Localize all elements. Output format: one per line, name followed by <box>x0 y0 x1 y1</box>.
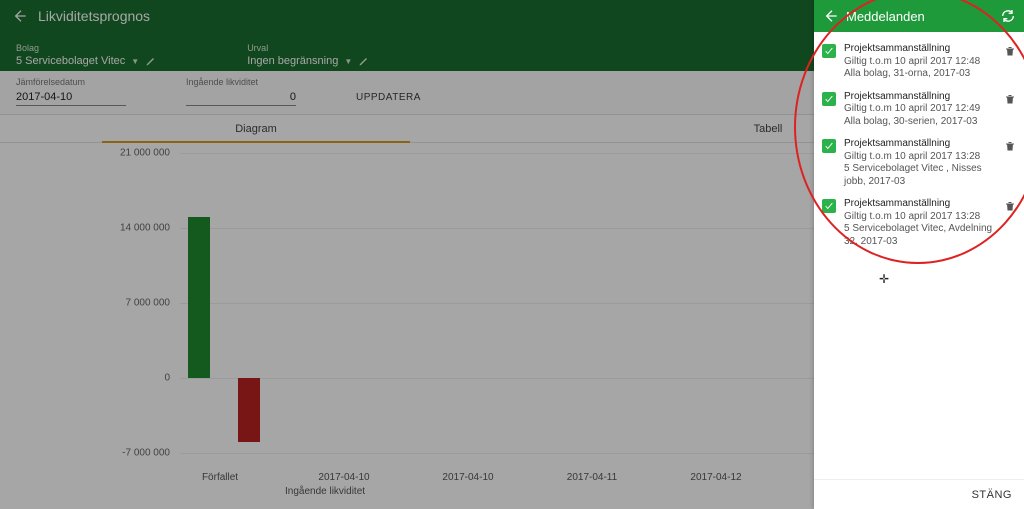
message-text: ProjektsammanställningGiltig t.o.m 10 ap… <box>844 43 1000 81</box>
panel-back-icon[interactable] <box>822 8 838 24</box>
message-text: ProjektsammanställningGiltig t.o.m 10 ap… <box>844 198 1000 248</box>
panel-header: Meddelanden <box>814 0 1024 32</box>
checkbox-icon[interactable] <box>822 199 836 213</box>
message-item[interactable]: ProjektsammanställningGiltig t.o.m 10 ap… <box>818 38 1020 86</box>
panel-title: Meddelanden <box>846 9 925 24</box>
message-item[interactable]: ProjektsammanställningGiltig t.o.m 10 ap… <box>818 86 1020 134</box>
message-item[interactable]: ProjektsammanställningGiltig t.o.m 10 ap… <box>818 133 1020 193</box>
trash-icon[interactable] <box>1004 140 1016 152</box>
trash-icon[interactable] <box>1004 93 1016 105</box>
message-text: ProjektsammanställningGiltig t.o.m 10 ap… <box>844 138 1000 188</box>
checkbox-icon[interactable] <box>822 92 836 106</box>
message-text: ProjektsammanställningGiltig t.o.m 10 ap… <box>844 91 1000 129</box>
trash-icon[interactable] <box>1004 200 1016 212</box>
message-item[interactable]: ProjektsammanställningGiltig t.o.m 10 ap… <box>818 193 1020 253</box>
checkbox-icon[interactable] <box>822 44 836 58</box>
refresh-icon[interactable] <box>1000 8 1016 24</box>
messages-panel: Meddelanden ProjektsammanställningGiltig… <box>814 0 1024 509</box>
panel-body: ProjektsammanställningGiltig t.o.m 10 ap… <box>814 32 1024 479</box>
checkbox-icon[interactable] <box>822 139 836 153</box>
cursor-icon: ✛ <box>879 272 889 286</box>
close-button[interactable]: STÄNG <box>972 489 1012 501</box>
trash-icon[interactable] <box>1004 45 1016 57</box>
